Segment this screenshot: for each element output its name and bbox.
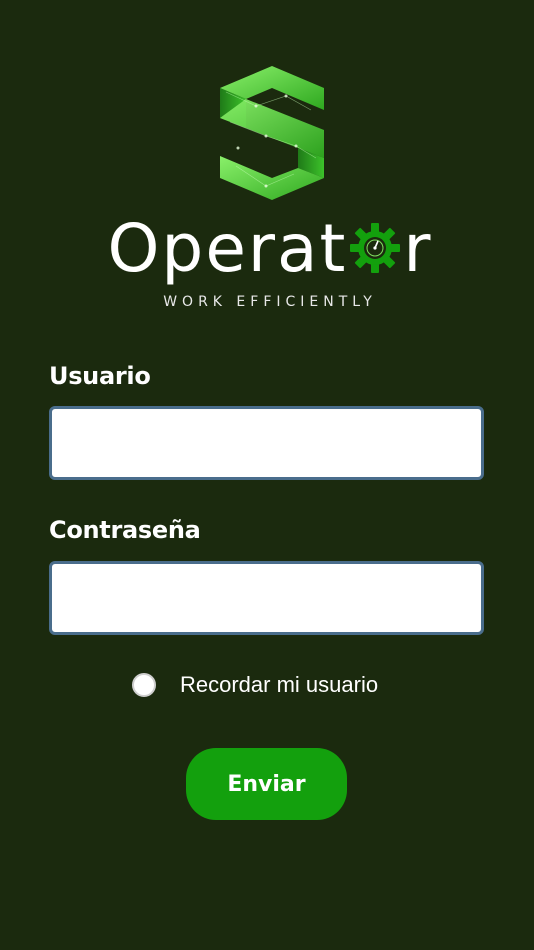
- password-label: Contraseña: [49, 516, 201, 544]
- brand-tagline: WORK EFFICIENTLY: [163, 294, 377, 310]
- username-input[interactable]: [49, 406, 484, 480]
- submit-button[interactable]: Enviar: [186, 748, 347, 820]
- brand-wordmark: Operat r: [100, 208, 440, 288]
- gear-icon: [348, 221, 402, 275]
- remember-user-radio[interactable]: [132, 673, 156, 697]
- brand-name-start: Operat: [107, 209, 348, 287]
- remember-user-option[interactable]: Recordar mi usuario: [132, 670, 378, 700]
- login-screen: Operat r WORK EFFICIENTLY Usuario Contra…: [0, 0, 534, 950]
- password-input[interactable]: [49, 561, 484, 635]
- brand-name-end: r: [403, 209, 433, 287]
- operator-s-logo-icon: [220, 66, 324, 200]
- remember-user-label: Recordar mi usuario: [180, 672, 379, 697]
- username-label: Usuario: [49, 362, 151, 390]
